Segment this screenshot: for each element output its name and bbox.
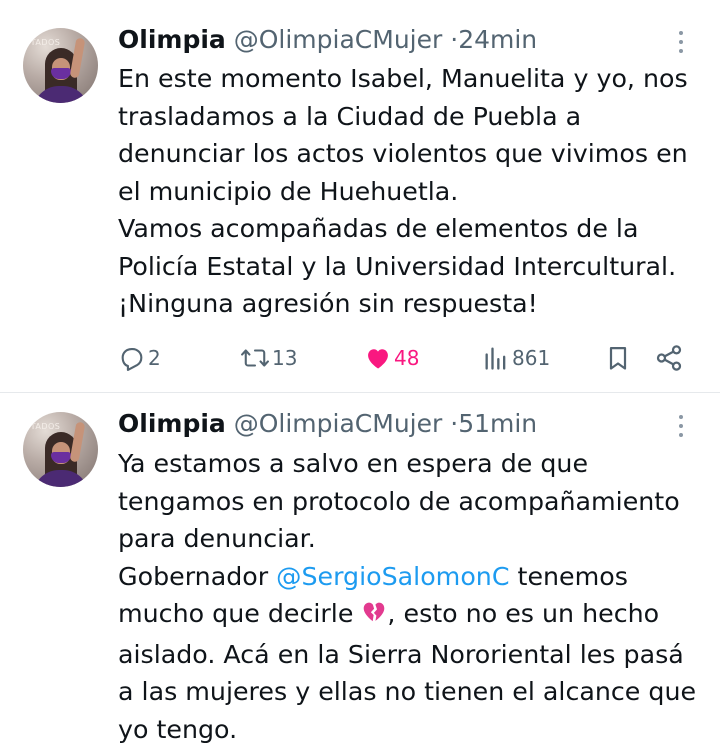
user-handle[interactable]: @OlimpiaCMujer — [234, 409, 443, 438]
views-count: 861 — [512, 346, 551, 370]
tweet-text-line: yo tengo. — [118, 714, 238, 744]
timestamp[interactable]: 51min — [458, 409, 537, 438]
like-button[interactable]: 48 — [364, 340, 419, 376]
bookmark-icon — [604, 344, 632, 372]
mention-link[interactable]: @SergioSalomonC — [276, 562, 509, 591]
timestamp[interactable]: 24min — [458, 25, 537, 54]
display-name[interactable]: Olimpia — [118, 409, 226, 438]
bookmark-button[interactable] — [604, 340, 632, 376]
tweet-text-line: Vamos acompañadas de elementos de la — [118, 214, 639, 243]
tweet-text-line: Gobernador @SergioSalomonC tenemos — [118, 558, 714, 596]
tweet-text-line: denunciar los actos violentos que vivimo… — [118, 139, 688, 168]
reply-icon — [118, 344, 146, 372]
tweet-text-line: Ya estamos a salvo en espera de que — [118, 449, 589, 478]
tweet-text-line: mucho que decirle , esto no es un hecho — [118, 595, 714, 636]
views-icon — [482, 344, 510, 372]
text-fragment: , esto no es un hecho — [387, 599, 660, 628]
tweet-header: Olimpia @OlimpiaCMujer ·24min — [118, 24, 537, 56]
text-fragment: mucho que decirle — [118, 599, 362, 628]
text-fragment: tenemos — [509, 561, 628, 591]
broken-heart-icon — [361, 598, 387, 636]
repost-count: 13 — [272, 346, 298, 370]
views-button[interactable]: 861 — [482, 340, 550, 376]
tweet-actions: 2 13 48 861 — [0, 340, 720, 376]
tweet-text-line: tengamos en protocolo de acompañamiento — [118, 486, 680, 516]
avatar-sign-text: STADOS — [25, 38, 61, 47]
separator-dot: · — [450, 409, 459, 438]
reply-button[interactable]: 2 — [118, 340, 161, 376]
share-button[interactable] — [654, 340, 684, 376]
separator-dot: · — [450, 25, 459, 54]
avatar[interactable]: STADOS — [23, 28, 98, 103]
tweet-text-line: Policía Estatal y la Universidad Intercu… — [118, 251, 677, 281]
text-fragment: Gobernador — [118, 561, 277, 591]
tweet[interactable]: STADOS Olimpia @OlimpiaCMujer ·24min En … — [0, 0, 720, 393]
more-vertical-icon[interactable] — [670, 412, 692, 442]
avatar[interactable]: STADOS — [23, 412, 98, 487]
repost-button[interactable]: 13 — [240, 340, 297, 376]
avatar-sign-text: STADOS — [25, 422, 61, 431]
heart-filled-icon — [364, 344, 392, 372]
tweet-text-line: para denunciar. — [118, 524, 316, 553]
tweet[interactable]: STADOS Olimpia @OlimpiaCMujer ·51min Ya … — [0, 393, 720, 755]
repost-icon — [240, 344, 270, 372]
user-handle[interactable]: @OlimpiaCMujer — [234, 25, 443, 54]
tweet-text-line: a las mujeres y ellas no tienen el alcan… — [118, 677, 697, 706]
display-name[interactable]: Olimpia — [118, 25, 226, 54]
tweet-header: Olimpia @OlimpiaCMujer ·51min — [118, 408, 537, 440]
tweet-text-line: ¡Ninguna agresión sin respuesta! — [118, 289, 538, 318]
more-vertical-icon[interactable] — [670, 28, 692, 58]
like-count: 48 — [394, 346, 420, 370]
tweet-text-line: el municipio de Huehuetla. — [118, 176, 459, 206]
tweet-text-line: En este momento Isabel, Manuelita y yo, … — [118, 64, 688, 93]
reply-count: 2 — [148, 346, 161, 370]
tweet-text-line: aislado. Acá en la Sierra Nororiental le… — [118, 639, 684, 669]
share-icon — [654, 343, 684, 373]
tweet-text: En este momento Isabel, Manuelita y yo, … — [118, 60, 714, 323]
tweet-text: Ya estamos a salvo en espera de que teng… — [118, 445, 714, 748]
tweet-text-line: trasladamos a la Ciudad de Puebla a — [118, 101, 582, 131]
